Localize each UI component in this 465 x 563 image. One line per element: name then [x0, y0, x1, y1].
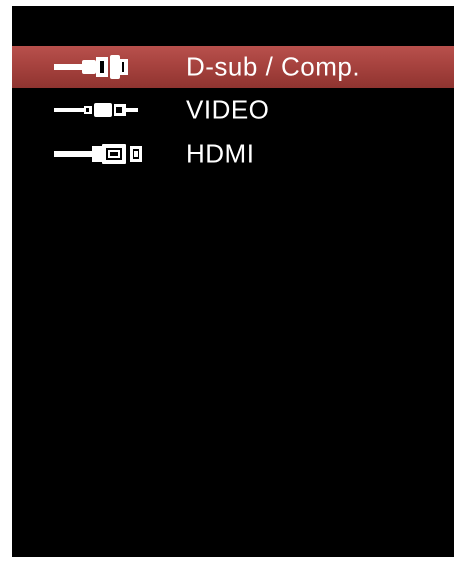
rca-video-connector-icon: [54, 103, 138, 117]
input-source-menu: D-sub / Comp. VIDEO HDMI: [12, 46, 454, 176]
menu-item-video[interactable]: VIDEO: [12, 88, 454, 132]
menu-item-hdmi[interactable]: HDMI: [12, 132, 454, 176]
menu-item-label: HDMI: [186, 138, 255, 169]
menu-item-dsub-comp[interactable]: D-sub / Comp.: [12, 46, 454, 88]
projector-osd-screen: D-sub / Comp. VIDEO HDMI: [12, 6, 454, 557]
menu-item-label: D-sub / Comp.: [186, 51, 361, 82]
hdmi-connector-icon: [54, 144, 142, 164]
vga-connector-icon: [54, 55, 128, 79]
menu-item-label: VIDEO: [186, 94, 270, 125]
